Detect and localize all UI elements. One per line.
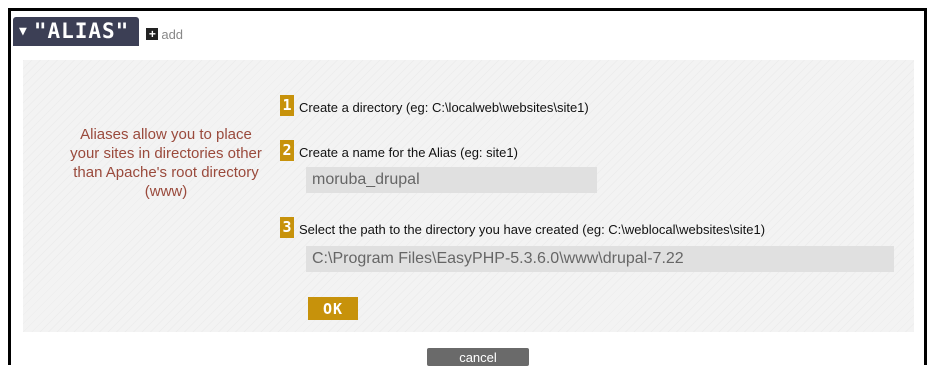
- step-number: 3: [280, 217, 294, 238]
- step-label: Select the path to the directory you hav…: [299, 222, 766, 237]
- alias-title: "ALIAS": [33, 19, 130, 43]
- ok-button[interactable]: OK: [308, 297, 358, 320]
- alias-name-field[interactable]: moruba_drupal: [306, 167, 597, 193]
- alias-window: ▼ "ALIAS" + add Aliases allow you to pla…: [8, 8, 927, 366]
- step-number: 2: [280, 140, 294, 161]
- directory-path-field[interactable]: C:\Program Files\EasyPHP-5.3.6.0\www\dru…: [306, 246, 894, 272]
- step-label: Create a name for the Alias (eg: site1): [299, 145, 518, 160]
- chevron-down-icon: ▼: [19, 23, 28, 39]
- info-text: Aliases allow you to place your sites in…: [70, 126, 262, 200]
- add-link[interactable]: add: [161, 27, 183, 42]
- alias-form-panel: Aliases allow you to place your sites in…: [23, 60, 914, 332]
- step-label: Create a directory (eg: C:\localweb\webs…: [299, 100, 589, 115]
- plus-icon: +: [146, 28, 159, 40]
- step-2: 2 Create a name for the Alias (eg: site1…: [280, 140, 518, 161]
- alias-section-toggle[interactable]: ▼ "ALIAS": [13, 16, 140, 46]
- alias-header: ▼ "ALIAS" + add: [13, 15, 183, 47]
- cancel-button[interactable]: cancel: [427, 348, 529, 366]
- step-number: 1: [280, 95, 294, 116]
- step-1: 1 Create a directory (eg: C:\localweb\we…: [280, 95, 589, 116]
- add-alias-button[interactable]: + add: [146, 27, 183, 42]
- step-3: 3 Select the path to the directory you h…: [280, 217, 765, 238]
